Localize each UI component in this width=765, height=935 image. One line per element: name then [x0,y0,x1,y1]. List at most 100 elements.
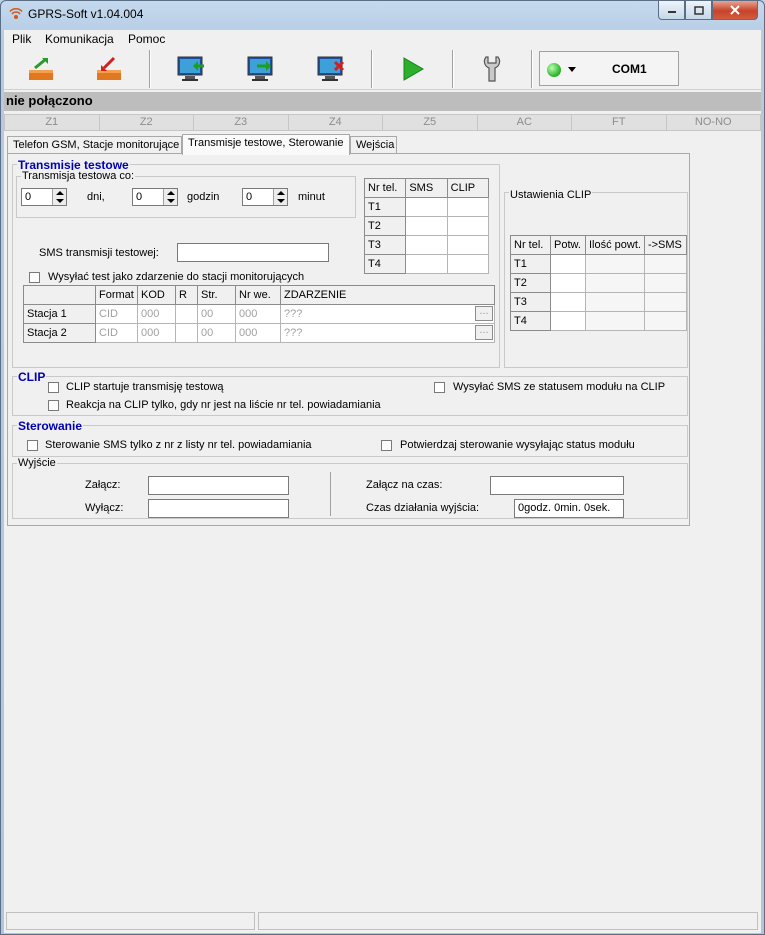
send-sms-status-label: Wysyłać SMS ze statusem modułu na CLIP [453,381,666,393]
sms-control-only-checkbox[interactable] [27,440,38,451]
table-cell[interactable] [446,197,490,217]
table-cell[interactable]: ??? ... [280,304,495,324]
table-header: Nr we. [235,285,281,305]
com-port-selector[interactable]: COM1 [539,51,679,86]
connect-button[interactable] [166,50,216,88]
minutes-spinner[interactable]: 0 [242,188,288,206]
group-title: Transmisja testowa co: [21,170,136,182]
hours-spinner[interactable]: 0 [132,188,178,206]
maximize-icon [693,5,704,15]
table-cell[interactable]: 000 [137,323,176,343]
title-bar: GPRS-Soft v1.04.004 [1,1,764,29]
save-file-button[interactable] [84,50,134,88]
table-header [23,285,96,305]
table-cell[interactable] [446,254,490,274]
event-value: ??? [284,327,303,339]
disconnect-button[interactable] [306,50,356,88]
event-browse-button[interactable]: ... [475,325,493,340]
spinner-arrows-icon[interactable] [163,189,177,205]
menu-help[interactable]: Pomoc [128,32,165,46]
output-on-time-input[interactable] [490,476,624,495]
table-header: Format [95,285,138,305]
output-off-input[interactable] [148,499,289,518]
confirm-control-checkbox[interactable] [381,440,392,451]
send-sms-status-checkbox[interactable] [434,382,445,393]
spinner-arrows-icon[interactable] [52,189,66,205]
table-cell[interactable] [585,292,645,312]
table-cell[interactable] [175,304,198,324]
table-cell[interactable] [643,292,688,312]
table-cell[interactable] [643,311,688,331]
run-button[interactable] [387,50,437,88]
menu-file[interactable]: Plik [12,32,31,46]
menu-communication[interactable]: Komunikacja [45,32,114,46]
connect-icon [177,56,204,81]
table-cell[interactable]: 00 [197,304,236,324]
event-browse-button[interactable]: ... [475,306,493,321]
zone-indicator: NO-NO [665,114,761,131]
table-cell[interactable]: ??? ... [280,323,495,343]
group-title: Ustawienia CLIP [509,189,593,201]
table-cell[interactable]: 000 [235,323,281,343]
clip-react-only-checkbox[interactable] [48,400,59,411]
table-cell[interactable] [550,292,586,312]
table-header: ZDARZENIE [280,285,495,305]
table-cell[interactable] [550,273,586,293]
table-cell[interactable] [175,323,198,343]
days-spinner[interactable]: 0 [21,188,67,206]
table-cell[interactable] [643,254,688,274]
table-header: ->SMS [643,235,688,255]
settings-wrench-icon [483,56,501,82]
sms-test-input[interactable] [177,243,329,262]
table-header: SMS [405,178,448,198]
spinner-arrows-icon[interactable] [273,189,287,205]
sms-control-only-label: Sterowanie SMS tylko z nr z listy nr tel… [45,439,312,451]
clip-starts-test-checkbox[interactable] [48,382,59,393]
tab-test-transmissions[interactable]: Transmisje testowe, Sterowanie [182,134,350,155]
table-cell[interactable] [585,311,645,331]
close-button[interactable] [712,1,758,20]
row-header: T2 [363,216,407,236]
row-header: T4 [363,254,407,274]
row-header: T3 [510,292,551,312]
tab-inputs[interactable]: Wejścia [350,136,397,154]
settings-button[interactable] [467,50,517,88]
upload-button[interactable] [236,50,286,88]
open-file-button[interactable] [16,50,66,88]
table-cell[interactable]: CID [95,304,138,324]
tab-gsm-stations[interactable]: Telefon GSM, Stacje monitorujące [7,136,182,154]
open-file-icon [29,57,53,80]
table-cell[interactable]: 000 [235,304,281,324]
event-value: ??? [284,308,303,320]
table-row: Stacja 1 CID 000 00 000 ??? ... [23,304,495,324]
minimize-icon [667,11,676,13]
tab-page: Transmisje testowe Transmisja testowa co… [7,153,690,526]
table-cell[interactable] [446,235,490,255]
table-cell[interactable] [585,273,645,293]
output-run-time-value: 0godz. 0min. 0sek. [514,499,624,518]
send-as-event-label: Wysyłać test jako zdarzenie do stacji mo… [48,271,305,283]
clip-react-only-label: Reakcja na CLIP tylko, gdy nr jest na li… [66,399,381,411]
table-cell[interactable] [446,216,490,236]
toolbar-separator [149,50,151,88]
table-cell[interactable]: 000 [137,304,176,324]
table-cell[interactable] [550,311,586,331]
maximize-button[interactable] [685,1,712,20]
table-cell[interactable] [405,235,448,255]
table-cell[interactable] [405,254,448,274]
table-cell[interactable] [405,216,448,236]
table-cell[interactable]: 00 [197,323,236,343]
save-file-icon [97,56,121,80]
table-cell[interactable]: CID [95,323,138,343]
send-as-event-checkbox[interactable] [29,272,40,283]
stations-table: Format KOD R Str. Nr we. ZDARZENIE Stacj… [23,285,495,343]
output-on-input[interactable] [148,476,289,495]
zone-indicator: Z1 [4,114,99,131]
table-cell[interactable] [643,273,688,293]
table-header: Potw. [550,235,586,255]
table-cell[interactable] [405,197,448,217]
client-area: Plik Komunikacja Pomoc COM1 nie połączon… [4,30,761,933]
minimize-button[interactable] [658,1,685,20]
table-cell[interactable] [585,254,645,274]
table-cell[interactable] [550,254,586,274]
